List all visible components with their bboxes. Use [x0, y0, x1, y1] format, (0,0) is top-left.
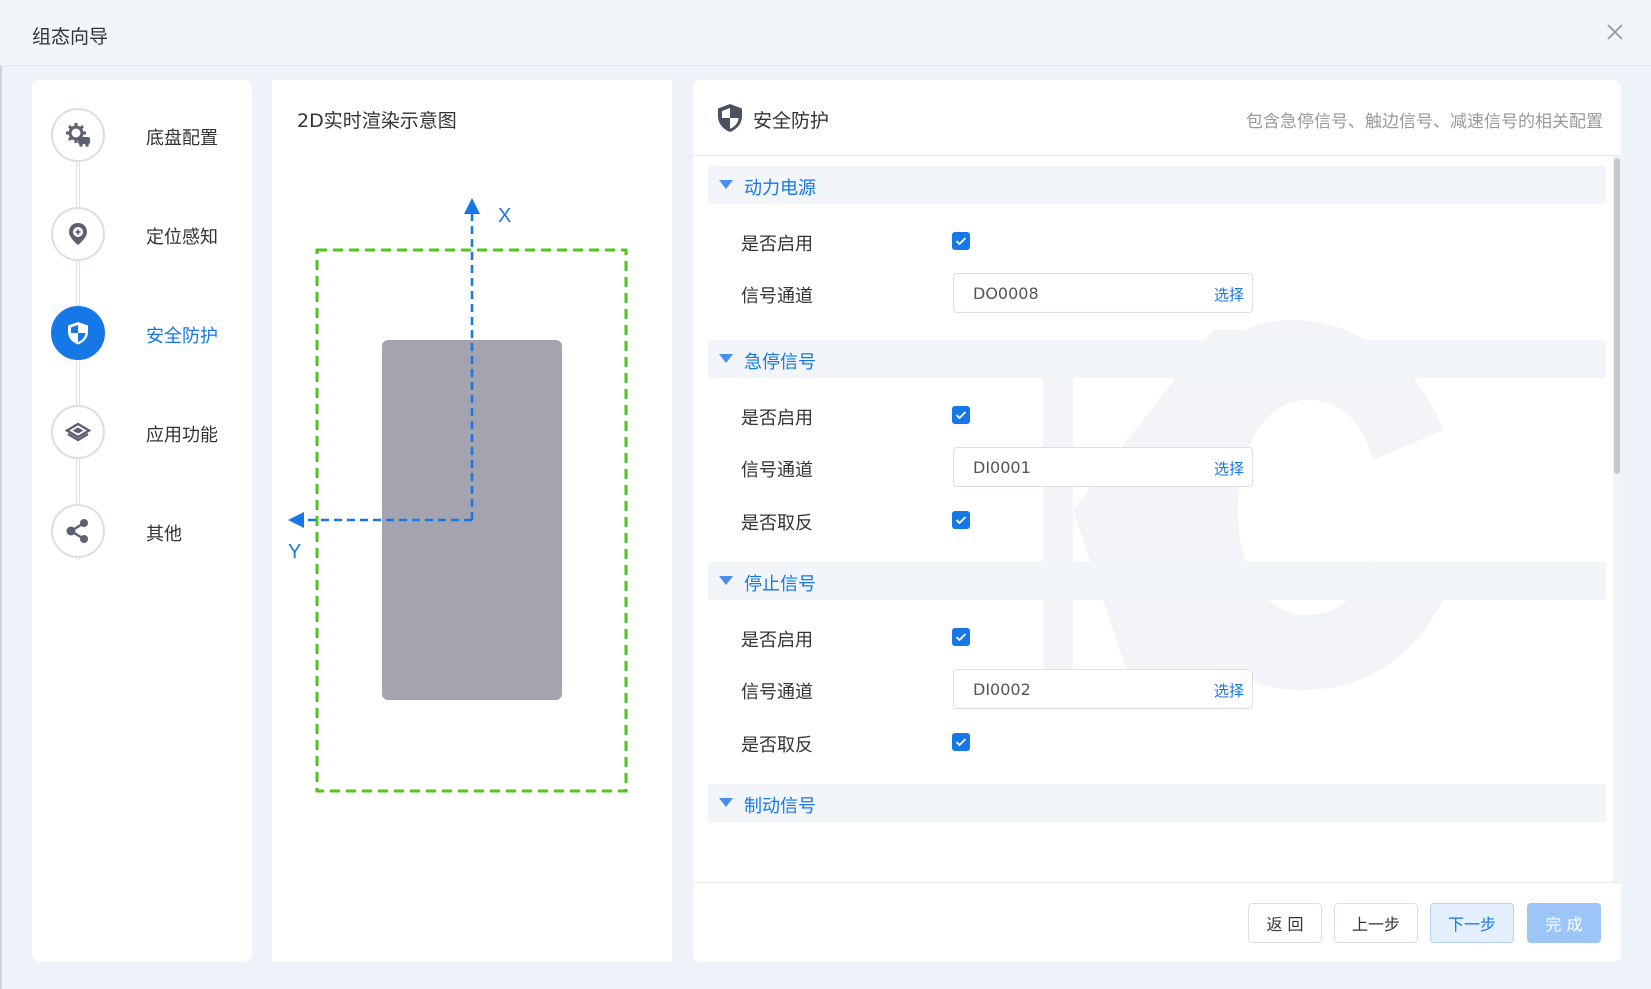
- step-circle: [51, 405, 105, 459]
- step-label: 其他: [146, 524, 182, 545]
- title-bar: 组态向导: [0, 0, 1651, 66]
- section-brake-signal[interactable]: 制动信号: [708, 784, 1606, 822]
- shield-icon: [718, 104, 742, 132]
- check-icon: [955, 237, 967, 246]
- estop-enable-label: 是否启用: [741, 408, 813, 429]
- stop-enable-label: 是否启用: [741, 630, 813, 651]
- shield-icon: [68, 322, 88, 345]
- next-step-button[interactable]: 下一步: [1430, 903, 1514, 943]
- form-footer: 返 回 上一步 下一步 完 成: [693, 882, 1621, 962]
- section-emergency-stop[interactable]: 急停信号: [708, 340, 1606, 378]
- stop-channel-label: 信号通道: [741, 682, 813, 703]
- stop-invert-label: 是否取反: [741, 735, 813, 756]
- estop-channel-field: 选择: [953, 447, 1253, 487]
- estop-channel-pick-button[interactable]: 选择: [1214, 458, 1244, 479]
- collapse-triangle-icon: [719, 354, 733, 363]
- steps-panel: 底盘配置 定位感知 安全防护 应用功能 其他: [32, 80, 252, 962]
- power-channel-field: 选择: [953, 273, 1253, 313]
- stop-invert-checkbox[interactable]: [952, 733, 970, 751]
- collapse-triangle-icon: [719, 798, 733, 807]
- back-button[interactable]: 返 回: [1248, 903, 1322, 943]
- collapse-triangle-icon: [719, 576, 733, 585]
- step-circle: [51, 306, 105, 360]
- section-title: 急停信号: [744, 352, 816, 373]
- window-left-edge: [0, 0, 2, 989]
- window-title: 组态向导: [32, 26, 109, 48]
- close-icon[interactable]: [1603, 20, 1627, 44]
- section-title: 制动信号: [744, 796, 816, 817]
- preview-panel: 2D实时渲染示意图 X Y: [272, 80, 672, 962]
- form-header: 安全防护 包含急停信号、触边信号、减速信号的相关配置: [693, 80, 1621, 156]
- section-title: 停止信号: [744, 574, 816, 595]
- layers-icon: [64, 422, 92, 442]
- previous-step-button[interactable]: 上一步: [1334, 903, 1418, 943]
- section-stop-signal[interactable]: 停止信号: [708, 562, 1606, 600]
- stop-channel-field: 选择: [953, 669, 1253, 709]
- form-scrollbar-thumb[interactable]: [1614, 158, 1620, 474]
- estop-channel-label: 信号通道: [741, 460, 813, 481]
- collapse-triangle-icon: [719, 180, 733, 189]
- y-axis-label: Y: [288, 541, 301, 563]
- share-icon: [66, 519, 88, 543]
- safety-form-panel: 安全防护 包含急停信号、触边信号、减速信号的相关配置 动力电源 是否启用 信号通…: [693, 80, 1621, 962]
- location-pin-icon: [69, 223, 87, 245]
- stop-channel-pick-button[interactable]: 选择: [1214, 680, 1244, 701]
- check-icon: [955, 411, 967, 420]
- power-enable-checkbox[interactable]: [952, 232, 970, 250]
- check-icon: [955, 516, 967, 525]
- power-enable-label: 是否启用: [741, 234, 813, 255]
- form-description: 包含急停信号、触边信号、减速信号的相关配置: [1246, 112, 1603, 132]
- step-circle: [51, 207, 105, 261]
- stop-enable-checkbox[interactable]: [952, 628, 970, 646]
- stop-channel-input[interactable]: [954, 670, 1194, 708]
- step-circle: [51, 108, 105, 162]
- y-axis-arrow-icon: [288, 512, 304, 528]
- step-chassis-config[interactable]: 底盘配置: [51, 108, 241, 162]
- step-label: 定位感知: [146, 227, 218, 248]
- power-channel-input[interactable]: [954, 274, 1194, 312]
- step-safety-protection[interactable]: 安全防护: [51, 306, 241, 360]
- power-channel-pick-button[interactable]: 选择: [1214, 284, 1244, 305]
- step-application-functions[interactable]: 应用功能: [51, 405, 241, 459]
- step-other[interactable]: 其他: [51, 504, 241, 558]
- estop-channel-input[interactable]: [954, 448, 1194, 486]
- estop-invert-label: 是否取反: [741, 513, 813, 534]
- estop-enable-checkbox[interactable]: [952, 406, 970, 424]
- section-power-supply[interactable]: 动力电源: [708, 166, 1606, 204]
- preview-canvas: X Y: [288, 198, 628, 793]
- step-circle: [51, 504, 105, 558]
- estop-invert-checkbox[interactable]: [952, 511, 970, 529]
- power-channel-label: 信号通道: [741, 286, 813, 307]
- step-label: 应用功能: [146, 425, 218, 446]
- step-label: 安全防护: [146, 326, 218, 347]
- step-label: 底盘配置: [146, 128, 218, 149]
- x-axis-arrow-icon: [464, 198, 480, 214]
- form-title: 安全防护: [753, 110, 830, 132]
- step-positioning[interactable]: 定位感知: [51, 207, 241, 261]
- gear-car-icon: [66, 123, 90, 147]
- check-icon: [955, 633, 967, 642]
- check-icon: [955, 738, 967, 747]
- finish-button[interactable]: 完 成: [1527, 903, 1601, 943]
- x-axis-label: X: [498, 205, 511, 227]
- section-title: 动力电源: [744, 178, 816, 199]
